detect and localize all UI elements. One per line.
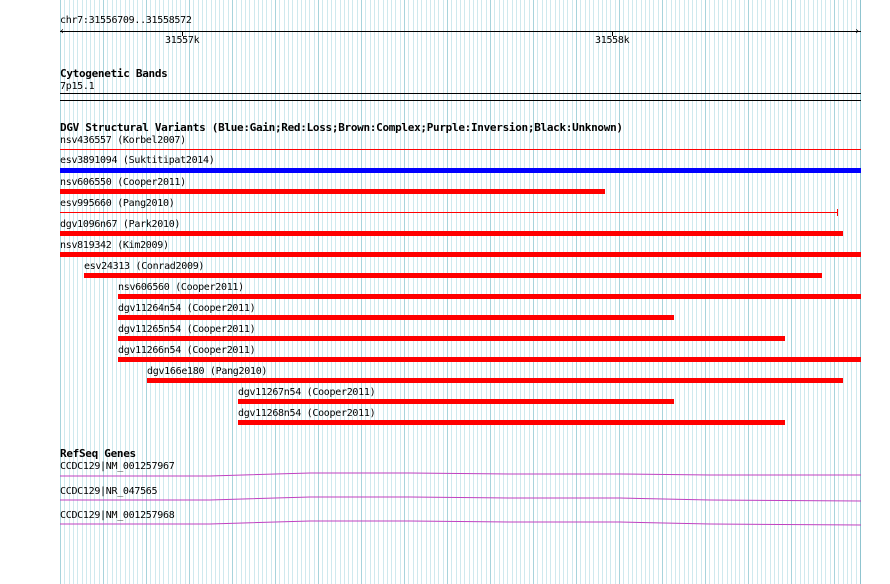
variant-label[interactable]: dgv11265n54 (Cooper2011)	[118, 324, 256, 335]
cytoband-label[interactable]: 7p15.1	[60, 81, 95, 92]
variant-bar-loss[interactable]	[118, 336, 785, 341]
variant-label[interactable]: dgv11264n54 (Cooper2011)	[118, 303, 256, 314]
variant-bar-loss[interactable]	[238, 420, 785, 425]
variant-label[interactable]: nsv606550 (Cooper2011)	[60, 177, 186, 188]
variant-bar-loss[interactable]	[118, 294, 861, 299]
variant-bar-loss[interactable]	[60, 212, 838, 213]
variant-bar-loss[interactable]	[84, 273, 822, 278]
variant-bar-loss[interactable]	[60, 252, 861, 257]
variant-label[interactable]: dgv166e180 (Pang2010)	[147, 366, 267, 377]
ruler-axis-line	[60, 31, 861, 32]
variant-label[interactable]: dgv11268n54 (Cooper2011)	[238, 408, 376, 419]
variant-bar-loss[interactable]	[60, 149, 861, 150]
ruler-left-arrow-icon: ‹	[59, 26, 66, 37]
variant-label[interactable]: dgv11266n54 (Cooper2011)	[118, 345, 256, 356]
ruler-right-arrow-icon: ›	[854, 26, 861, 37]
variant-bar-loss[interactable]	[118, 357, 861, 362]
variant-label[interactable]: esv3891094 (Suktitipat2014)	[60, 155, 215, 166]
variant-label[interactable]: dgv11267n54 (Cooper2011)	[238, 387, 376, 398]
gene-model-line[interactable]	[60, 494, 861, 504]
variant-bar-end-marker	[837, 209, 838, 216]
variant-label[interactable]: nsv436557 (Korbel2007)	[60, 135, 186, 146]
variant-bar-loss[interactable]	[118, 315, 674, 320]
cytoband-track-title: Cytogenetic Bands	[60, 67, 168, 80]
gene-model-line[interactable]	[60, 470, 861, 480]
cytoband-band-bottom	[60, 100, 861, 101]
variant-label[interactable]: esv995660 (Pang2010)	[60, 198, 175, 209]
variant-bar-loss[interactable]	[147, 378, 843, 383]
variant-label[interactable]: dgv1096n67 (Park2010)	[60, 219, 180, 230]
ruler-tick-label: 31558k	[595, 35, 630, 46]
variant-label[interactable]: esv24313 (Conrad2009)	[84, 261, 204, 272]
gene-model-line[interactable]	[60, 518, 861, 528]
cytoband-band-top	[60, 93, 861, 94]
ruler-tick-label: 31557k	[165, 35, 200, 46]
variant-bar-gain[interactable]	[60, 168, 861, 173]
dgv-track-title: DGV Structural Variants (Blue:Gain;Red:L…	[60, 121, 623, 134]
variant-bar-loss[interactable]	[60, 231, 843, 236]
variant-label[interactable]: nsv606560 (Cooper2011)	[118, 282, 244, 293]
ruler-range-label: chr7:31556709..31558572	[60, 15, 192, 26]
variant-bar-loss[interactable]	[238, 399, 674, 404]
variant-label[interactable]: nsv819342 (Kim2009)	[60, 240, 169, 251]
refseq-track-title: RefSeq Genes	[60, 447, 136, 460]
variant-bar-loss[interactable]	[60, 189, 605, 194]
